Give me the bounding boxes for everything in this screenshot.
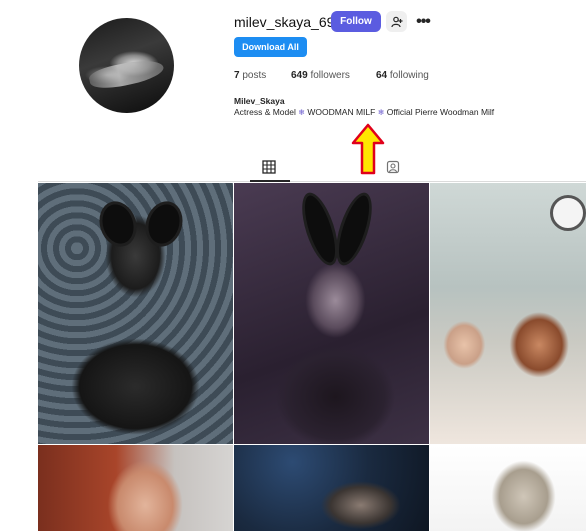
tagged-person-icon [386, 160, 400, 174]
profile-full-name: Milev_Skaya [234, 96, 285, 106]
post-thumbnail[interactable] [38, 445, 233, 531]
person-add-icon [390, 16, 402, 27]
snowflake-icon: ❄ [377, 108, 385, 117]
clock-image-detail [550, 195, 586, 231]
posts-count: 7 [234, 70, 240, 81]
following-label: following [389, 70, 429, 81]
profile-username: milev_skaya_69 [234, 14, 335, 30]
more-options-button[interactable]: ••• [414, 11, 432, 32]
followers-label: followers [310, 70, 350, 81]
following-count: 64 [376, 70, 388, 81]
post-thumbnail[interactable] [430, 183, 586, 444]
bio-text: Actress & Model [234, 107, 299, 117]
suggested-accounts-button[interactable] [386, 11, 407, 32]
bio-link-official[interactable]: Official Pierre Woodman Milf [387, 107, 494, 117]
active-tab-indicator [250, 180, 290, 182]
following-stat[interactable]: 64 following [376, 70, 429, 81]
tab-posts[interactable] [262, 160, 278, 176]
post-thumbnail[interactable] [430, 445, 586, 531]
posts-stat: 7 posts [234, 70, 266, 81]
followers-stat[interactable]: 649 followers [291, 70, 350, 81]
bio-link-woodman-milf[interactable]: WOODMAN MILF [307, 107, 375, 117]
posts-label: posts [242, 70, 267, 81]
post-thumbnail[interactable] [234, 183, 429, 444]
profile-avatar[interactable] [79, 18, 174, 113]
tab-tagged[interactable] [386, 160, 402, 176]
profile-bio: Actress & Model ❄ WOODMAN MILF ❄ Officia… [234, 107, 494, 117]
post-thumbnail[interactable] [38, 183, 233, 444]
grid-icon [262, 160, 276, 174]
followers-count: 649 [291, 70, 308, 81]
tab-divider [38, 181, 586, 182]
download-all-button[interactable]: Download All [234, 37, 307, 57]
follow-button[interactable]: Follow [331, 11, 381, 32]
annotation-arrow-icon [351, 123, 385, 175]
post-thumbnail[interactable] [234, 445, 429, 531]
snowflake-icon: ❄ [298, 108, 305, 117]
